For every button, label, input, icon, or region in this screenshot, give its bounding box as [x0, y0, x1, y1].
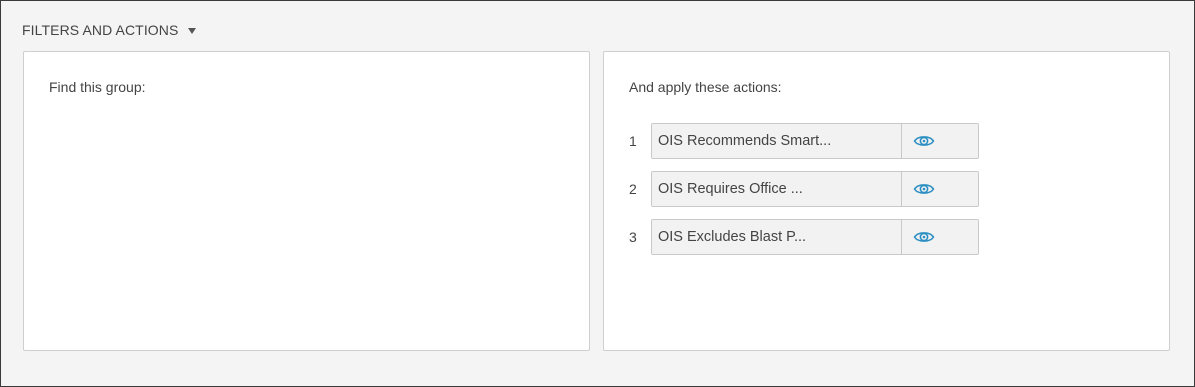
action-name[interactable]: OIS Recommends Smart...	[652, 124, 902, 158]
action-name[interactable]: OIS Requires Office ...	[652, 172, 902, 206]
action-item: OIS Recommends Smart...	[651, 123, 979, 159]
filters-and-actions-section: FILTERS AND ACTIONS Find this group: And…	[0, 0, 1195, 387]
apply-actions-panel: And apply these actions: 1 OIS Recommend…	[603, 51, 1170, 351]
action-number: 1	[629, 133, 637, 149]
caret-down-icon	[188, 28, 197, 34]
find-group-panel: Find this group:	[23, 51, 590, 351]
action-number: 3	[629, 229, 637, 245]
action-row: 1 OIS Recommends Smart...	[629, 123, 979, 159]
eye-icon	[913, 184, 935, 194]
action-item: OIS Requires Office ...	[651, 171, 979, 207]
find-group-label: Find this group:	[49, 79, 146, 95]
action-name[interactable]: OIS Excludes Blast P...	[652, 220, 902, 254]
apply-actions-label: And apply these actions:	[629, 79, 782, 95]
action-item: OIS Excludes Blast P...	[651, 219, 979, 255]
eye-icon	[913, 136, 935, 146]
action-row: 2 OIS Requires Office ...	[629, 171, 979, 207]
action-row: 3 OIS Excludes Blast P...	[629, 219, 979, 255]
view-action-button[interactable]	[902, 172, 978, 206]
view-action-button[interactable]	[902, 124, 978, 158]
filters-and-actions-toggle[interactable]: FILTERS AND ACTIONS	[22, 21, 197, 39]
eye-icon	[913, 232, 935, 242]
view-action-button[interactable]	[902, 220, 978, 254]
actions-list: 1 OIS Recommends Smart... 2 OIS Requires…	[629, 123, 979, 267]
section-title: FILTERS AND ACTIONS	[22, 22, 179, 38]
action-number: 2	[629, 181, 637, 197]
